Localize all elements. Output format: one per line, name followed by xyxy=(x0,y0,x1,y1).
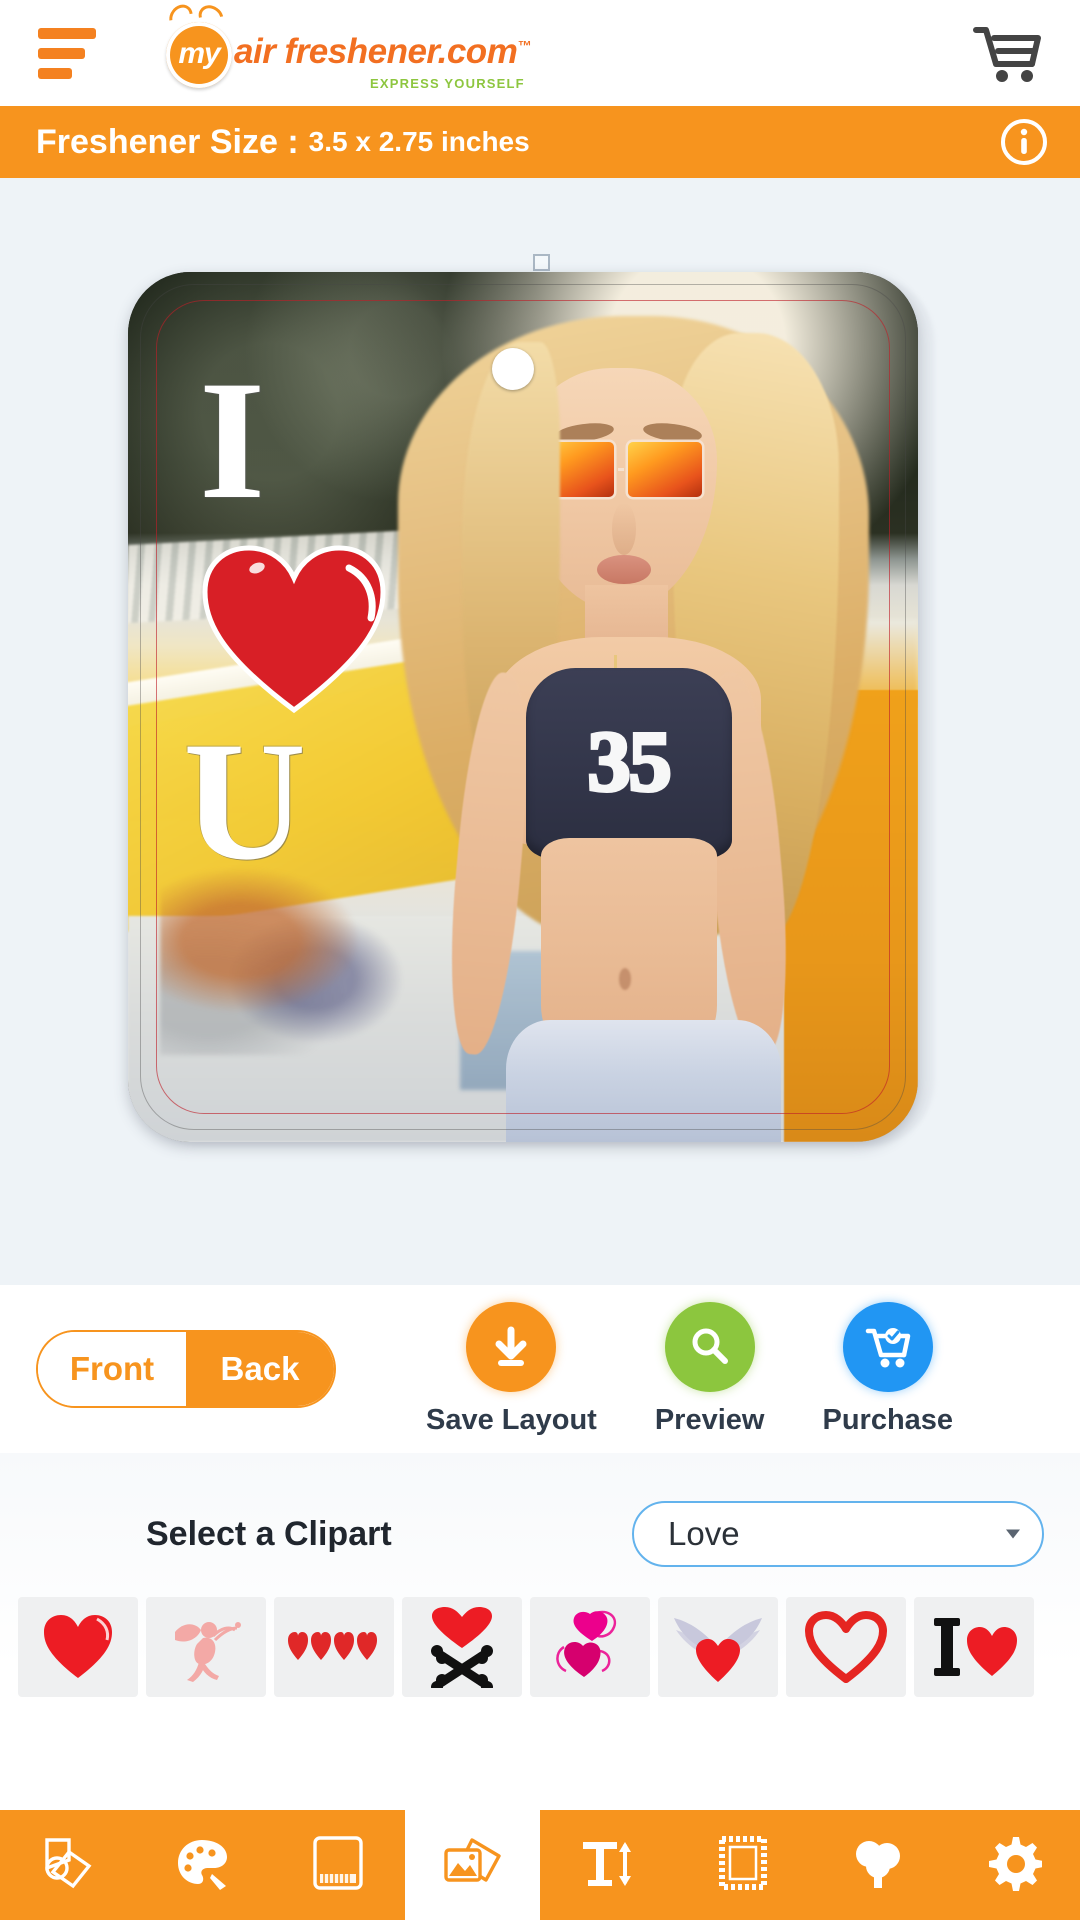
clipart-item-pink-double-heart[interactable] xyxy=(530,1597,650,1697)
clipart-item-four-small-hearts[interactable] xyxy=(274,1597,394,1697)
shopping-cart-icon[interactable] xyxy=(972,24,1044,89)
palette-icon xyxy=(174,1834,232,1897)
model-lips xyxy=(596,554,651,585)
size-value: 3.5 x 2.75 inches xyxy=(308,126,530,157)
clipart-header: Select a Clipart Love xyxy=(0,1453,1080,1567)
scent-tree-icon xyxy=(849,1834,907,1897)
toolbar-item-palette[interactable] xyxy=(135,1810,270,1920)
clipart-title: Select a Clipart xyxy=(146,1514,392,1553)
clipart-category-select[interactable]: Love xyxy=(632,1501,1044,1567)
logo-badge-icon: my xyxy=(160,0,238,90)
clipart-section: Select a Clipart Love xyxy=(0,1453,1080,1810)
overlay-heart-icon[interactable] xyxy=(199,542,389,722)
toolbar-item-settings[interactable] xyxy=(945,1810,1080,1920)
bottom-toolbar xyxy=(0,1810,1080,1920)
front-back-toggle[interactable]: Front Back xyxy=(36,1330,336,1408)
settings-gear-icon xyxy=(984,1834,1043,1897)
logo-disc: my xyxy=(166,22,232,88)
toolbar-item-text[interactable] xyxy=(540,1810,675,1920)
purchase-label: Purchase xyxy=(822,1403,954,1436)
sunglass-lens-right xyxy=(628,441,703,498)
freshener-size-bar: Freshener Size : 3.5 x 2.75 inches xyxy=(0,106,1080,178)
clipart-item-heart-crossbones[interactable] xyxy=(402,1597,522,1697)
save-layout-button[interactable]: Save Layout xyxy=(426,1301,597,1437)
size-label: Freshener Size : xyxy=(36,122,299,161)
cart-check-icon xyxy=(842,1301,933,1392)
background-icon xyxy=(311,1834,365,1897)
text-icon xyxy=(579,1834,637,1897)
preview-button[interactable]: Preview xyxy=(654,1301,765,1437)
logo-main-text: air freshener.com™ xyxy=(234,32,531,71)
sunglass-bridge xyxy=(618,467,625,471)
model-sunglasses xyxy=(540,441,703,498)
shapes-icon xyxy=(39,1834,97,1897)
resize-handle[interactable] xyxy=(533,254,550,271)
model-navel xyxy=(618,968,631,990)
model-crop-top xyxy=(525,667,732,860)
clipart-images-icon xyxy=(442,1834,504,1897)
hamburger-bar-1 xyxy=(38,27,96,39)
clipart-thumbnail-row xyxy=(0,1567,1080,1697)
model-jeans xyxy=(506,1020,781,1142)
toolbar-item-clipart[interactable] xyxy=(405,1810,540,1920)
hamburger-menu-icon[interactable] xyxy=(0,27,110,79)
hamburger-bar-2 xyxy=(38,47,85,59)
overlay-letter-u[interactable]: U xyxy=(183,716,306,886)
preview-label: Preview xyxy=(654,1403,765,1436)
toolbar-item-background[interactable] xyxy=(270,1810,405,1920)
toolbar-item-shapes[interactable] xyxy=(0,1810,135,1920)
logo-tagline: EXPRESS YOURSELF xyxy=(370,76,525,91)
app-header: my air freshener.com™ EXPRESS YOURSELF xyxy=(0,0,1080,106)
overlay-letter-i[interactable]: I xyxy=(199,355,265,525)
logo-badge-text: my xyxy=(178,36,220,70)
magnifier-icon xyxy=(664,1301,755,1392)
toolbar-item-frame[interactable] xyxy=(675,1810,810,1920)
info-icon[interactable] xyxy=(998,116,1050,168)
toolbar-item-scent[interactable] xyxy=(810,1810,945,1920)
chevron-down-icon xyxy=(1006,1529,1020,1539)
save-layout-label: Save Layout xyxy=(426,1403,597,1436)
clipart-item-i-heart[interactable] xyxy=(914,1597,1034,1697)
clipart-item-solid-heart[interactable] xyxy=(18,1597,138,1697)
purchase-button[interactable]: Purchase xyxy=(822,1301,954,1437)
model-nose xyxy=(611,502,637,555)
freshener-card[interactable]: I U xyxy=(128,272,918,1142)
clipart-item-cupid[interactable] xyxy=(146,1597,266,1697)
clipart-category-value: Love xyxy=(668,1515,740,1552)
download-icon xyxy=(466,1301,557,1392)
photo-model xyxy=(389,272,879,1142)
hamburger-bar-3 xyxy=(38,67,72,79)
clipart-item-heart-outline[interactable] xyxy=(786,1597,906,1697)
design-canvas-stage[interactable]: I U xyxy=(0,178,1080,1285)
frame-icon xyxy=(717,1834,769,1897)
logo-wordmark: air freshener.com™ EXPRESS YOURSELF xyxy=(234,4,531,91)
site-logo[interactable]: my air freshener.com™ EXPRESS YOURSELF xyxy=(160,0,531,91)
rotate-handle[interactable] xyxy=(492,348,534,390)
logo-trademark: ™ xyxy=(517,37,531,54)
clipart-item-winged-heart[interactable] xyxy=(658,1597,778,1697)
toggle-front-option[interactable]: Front xyxy=(38,1332,186,1406)
action-buttons: Save Layout Preview Purchase xyxy=(426,1301,954,1437)
toggle-back-option[interactable]: Back xyxy=(186,1332,334,1406)
action-bar: Front Back Save Layout Preview Purchase xyxy=(0,1285,1080,1453)
